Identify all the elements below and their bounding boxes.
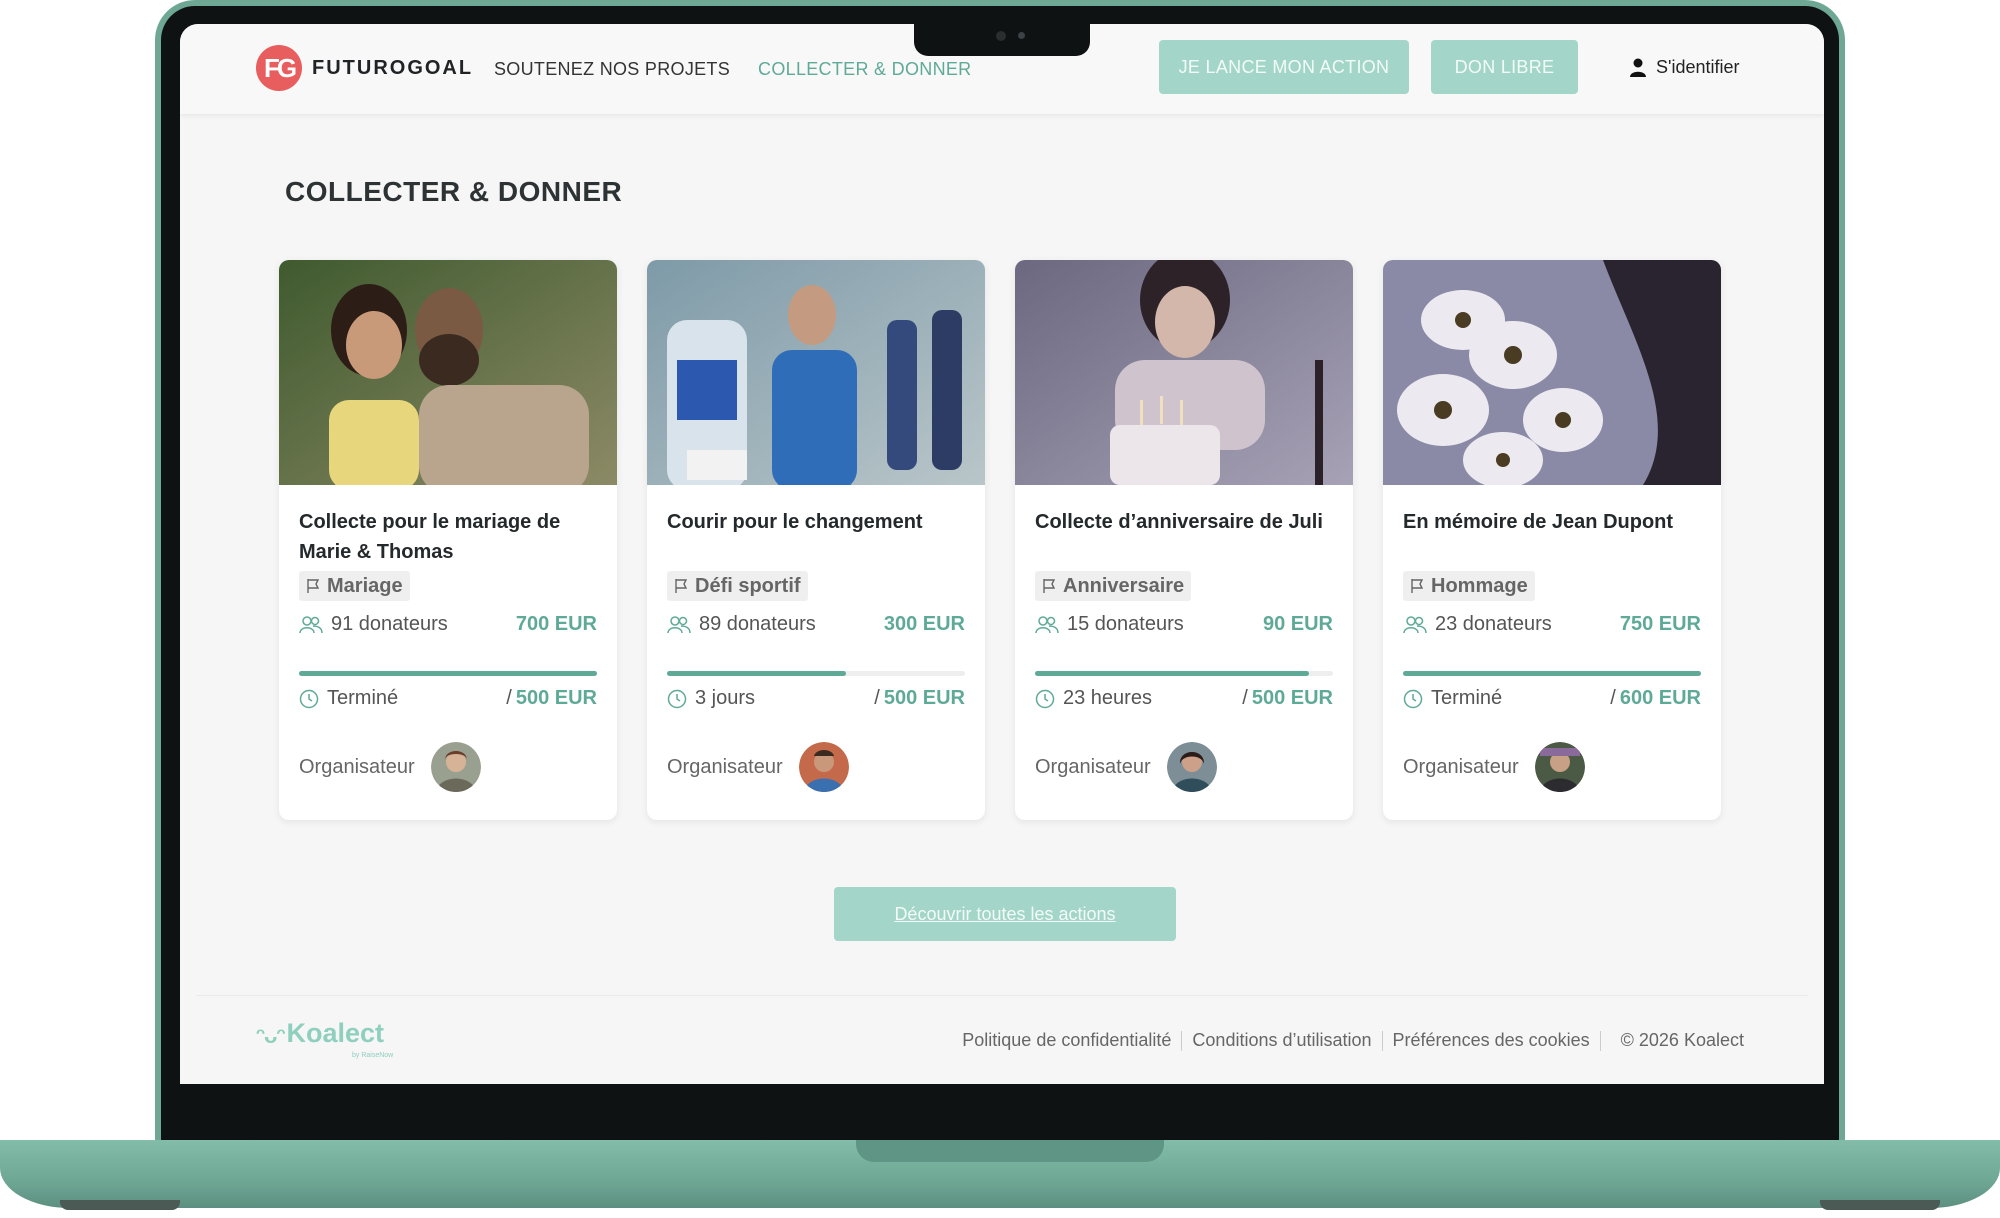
flowers-photo xyxy=(1383,260,1721,485)
login-link[interactable]: S'identifier xyxy=(1630,57,1739,78)
raised-amount: 750 EUR xyxy=(1619,613,1701,635)
campaign-card[interactable]: Collecte d’anniversaire de Juli Annivers… xyxy=(1015,260,1353,820)
flag-icon xyxy=(675,579,688,593)
footer-separator xyxy=(1599,1030,1601,1051)
progress-bar xyxy=(667,671,965,676)
avatar[interactable] xyxy=(1166,742,1217,792)
nav-item-soutenez[interactable]: SOUTENEZ NOS PROJETS xyxy=(494,59,730,80)
logo-mark-icon: FG xyxy=(256,45,302,91)
organizer-label: Organisateur xyxy=(1035,755,1151,778)
brand-logo[interactable]: FG FUTUROGOAL xyxy=(256,45,473,91)
goal-amount: 500 EUR xyxy=(515,687,597,709)
category-tag: Anniversaire xyxy=(1035,571,1192,601)
goal-amount: 500 EUR xyxy=(1251,687,1333,709)
campaign-card[interactable]: En mémoire de Jean Dupont Hommage 23 don… xyxy=(1383,260,1721,820)
donors-icon xyxy=(1035,615,1059,633)
laptop-foot xyxy=(60,1200,180,1210)
footer-links: Politique de confidentialité Conditions … xyxy=(962,1030,1744,1051)
time-left: 3 jours xyxy=(695,687,756,709)
avatar[interactable] xyxy=(430,742,481,792)
free-donation-button[interactable]: DON LIBRE xyxy=(1431,40,1578,94)
raised-amount: 700 EUR xyxy=(515,613,597,635)
terms-of-use-link[interactable]: Conditions d’utilisation xyxy=(1192,1030,1371,1051)
laptop-base-notch xyxy=(856,1140,1164,1162)
camera-sensor-icon xyxy=(1018,32,1025,39)
logo-text: FUTUROGOAL xyxy=(312,56,474,79)
browser-screen: FG FUTUROGOAL SOUTENEZ NOS PROJETS COLLE… xyxy=(180,24,1824,1084)
organizer-label: Organisateur xyxy=(1403,755,1519,778)
clock-icon xyxy=(1035,689,1055,708)
camera-lens-icon xyxy=(996,31,1006,41)
footer-divider xyxy=(196,995,1808,996)
card-title[interactable]: En mémoire de Jean Dupont xyxy=(1403,507,1701,537)
main-nav: SOUTENEZ NOS PROJETS COLLECTER & DONNER xyxy=(494,59,971,80)
donors-count: 15 donateurs xyxy=(1067,613,1184,635)
donors-icon xyxy=(299,615,323,633)
progress-bar xyxy=(1403,671,1701,676)
card-title[interactable]: Collecte d’anniversaire de Juli xyxy=(1035,507,1333,537)
avatar[interactable] xyxy=(798,742,849,792)
copyright-text: © 2026 Koalect xyxy=(1620,1030,1744,1050)
category-tag: Mariage xyxy=(299,571,410,601)
clock-icon xyxy=(1403,689,1423,708)
card-title[interactable]: Courir pour le changement xyxy=(667,507,965,537)
flag-icon xyxy=(307,579,320,593)
page-title: COLLECTER & DONNER xyxy=(285,176,623,207)
category-tag: Hommage xyxy=(1403,571,1535,601)
koalect-logo-text: Koalect xyxy=(286,1018,385,1048)
raised-amount: 90 EUR xyxy=(1262,613,1333,635)
time-left: 23 heures xyxy=(1063,687,1152,709)
footer-separator xyxy=(1181,1030,1183,1051)
birthday-photo xyxy=(1015,260,1353,485)
avatar[interactable] xyxy=(1534,742,1585,792)
user-icon xyxy=(1630,58,1646,77)
organizer-label: Organisateur xyxy=(299,755,415,778)
flag-icon xyxy=(1411,579,1424,593)
discover-all-actions-button[interactable]: Découvrir toutes les actions xyxy=(834,887,1176,941)
progress-bar xyxy=(1035,671,1333,676)
card-title[interactable]: Collecte pour le mariage de Marie & Thom… xyxy=(299,507,597,567)
launch-action-button[interactable]: JE LANCE MON ACTION xyxy=(1159,40,1409,94)
donors-icon xyxy=(1403,615,1427,633)
donors-count: 89 donateurs xyxy=(699,613,816,635)
goal-amount: 500 EUR xyxy=(883,687,965,709)
laptop-foot xyxy=(1820,1200,1940,1210)
progress-bar xyxy=(299,671,597,676)
cookie-preferences-link[interactable]: Préférences des cookies xyxy=(1393,1030,1590,1051)
campaign-card[interactable]: Courir pour le changement Défi sportif 8… xyxy=(647,260,985,820)
time-left: Terminé xyxy=(1431,687,1503,709)
nav-item-collecter[interactable]: COLLECTER & DONNER xyxy=(758,59,971,80)
donors-icon xyxy=(667,615,691,633)
clock-icon xyxy=(299,689,319,708)
runners-photo xyxy=(647,260,985,485)
clock-icon xyxy=(667,689,687,708)
camera-notch xyxy=(914,20,1090,56)
campaign-card[interactable]: Collecte pour le mariage de Marie & Thom… xyxy=(279,260,617,820)
donors-count: 23 donateurs xyxy=(1435,613,1552,635)
donors-count: 91 donateurs xyxy=(331,613,448,635)
koalect-mark-icon: ᵔᴗᵔ xyxy=(256,1023,285,1048)
footer-separator xyxy=(1381,1030,1383,1051)
koalect-logo-sub: by RaiseNow xyxy=(352,1052,394,1059)
organizer-label: Organisateur xyxy=(667,755,783,778)
goal-amount: 600 EUR xyxy=(1619,687,1701,709)
couple-photo xyxy=(279,260,617,485)
time-left: Terminé xyxy=(327,687,399,709)
flag-icon xyxy=(1043,579,1056,593)
category-tag: Défi sportif xyxy=(667,571,808,601)
privacy-policy-link[interactable]: Politique de confidentialité xyxy=(962,1030,1171,1051)
login-label: S'identifier xyxy=(1656,57,1740,77)
raised-amount: 300 EUR xyxy=(883,613,965,635)
koalect-logo[interactable]: ᵔᴗᵔ Koalect by RaiseNow xyxy=(256,1018,393,1059)
